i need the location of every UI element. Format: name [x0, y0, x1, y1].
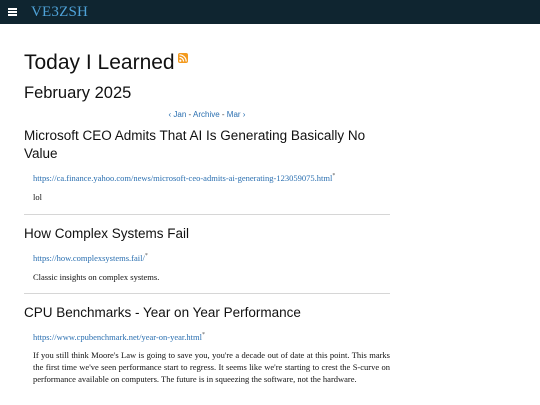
prev-month-link[interactable]: ‹ Jan	[169, 110, 187, 119]
page-title: Today I Learned	[24, 50, 390, 76]
post-body: lol	[33, 191, 42, 202]
post-entry: Microsoft CEO Admits That AI Is Generati…	[24, 127, 390, 215]
post-body: If you still think Moore's Law is going …	[33, 350, 390, 385]
post-entry: How Complex Systems Fail https://how.com…	[24, 225, 390, 294]
post-title: How Complex Systems Fail	[24, 225, 190, 241]
post-entry: CPU Benchmarks - Year on Year Performanc…	[24, 304, 390, 386]
page-title-text: Today I Learned	[24, 51, 175, 74]
next-month-link[interactable]: Mar ›	[227, 110, 246, 119]
post-link[interactable]: https://how.complexsystems.fail/*	[33, 251, 390, 264]
hamburger-icon[interactable]	[8, 8, 17, 16]
month-navigation: ‹ Jan - Archive - Mar ›	[24, 110, 390, 119]
post-link[interactable]: https://www.cpubenchmark.net/year-on-yea…	[33, 330, 390, 343]
site-title-link[interactable]: VE3ZSH	[31, 4, 88, 21]
external-link-marker: *	[332, 173, 336, 179]
post-link[interactable]: https://ca.finance.yahoo.com/news/micros…	[33, 171, 390, 184]
post-body: Classic insights on complex systems.	[33, 271, 160, 282]
month-heading: February 2025	[24, 84, 132, 102]
post-title: CPU Benchmarks - Year on Year Performanc…	[24, 304, 301, 320]
external-link-marker: *	[144, 252, 148, 259]
main-content: Today I Learned February 2025 ‹ Jan - Ar…	[24, 24, 390, 385]
rss-icon[interactable]	[177, 53, 188, 63]
top-bar: VE3ZSH	[0, 0, 540, 24]
external-link-marker: *	[202, 331, 205, 338]
archive-link[interactable]: Archive	[193, 110, 220, 119]
post-url: https://www.cpubenchmark.net/year-on-yea…	[33, 331, 202, 342]
post-title: Microsoft CEO Admits That AI Is Generati…	[24, 128, 366, 161]
post-url: https://how.complexsystems.fail/	[33, 252, 145, 263]
nav-separator: -	[186, 110, 193, 119]
post-url: https://ca.finance.yahoo.com/news/micros…	[33, 172, 333, 183]
nav-separator: -	[219, 110, 227, 119]
